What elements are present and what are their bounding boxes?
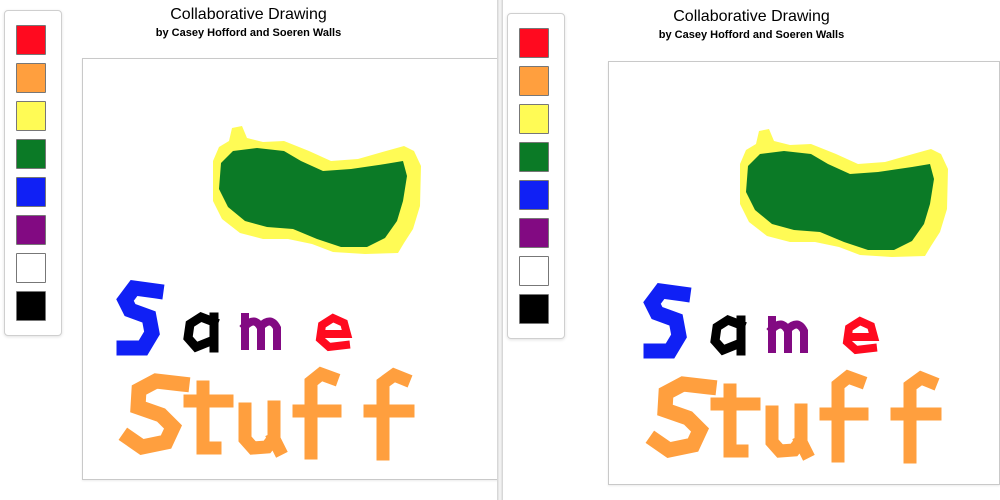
app-header: Collaborative Drawing by Casey Hofford a… <box>0 6 497 40</box>
canvas-drawing <box>116 126 421 461</box>
color-swatch-green[interactable] <box>519 142 549 172</box>
canvas-drawing <box>643 129 948 464</box>
drawing-canvas[interactable] <box>608 61 1000 485</box>
color-swatch-black[interactable] <box>519 294 549 324</box>
color-swatch-black[interactable] <box>16 291 46 321</box>
color-swatch-blue[interactable] <box>519 180 549 210</box>
drawn-word-same <box>643 282 880 359</box>
drawn-word-same <box>116 279 353 356</box>
color-palette <box>4 10 62 336</box>
color-swatch-yellow[interactable] <box>519 104 549 134</box>
color-swatch-yellow[interactable] <box>16 101 46 131</box>
color-swatch-orange[interactable] <box>16 63 46 93</box>
color-swatch-purple[interactable] <box>519 218 549 248</box>
drawing-canvas[interactable] <box>82 58 497 480</box>
right-window: Collaborative Drawing by Casey Hofford a… <box>503 0 1000 500</box>
color-swatch-white[interactable] <box>16 253 46 283</box>
page-title: Collaborative Drawing <box>170 6 327 23</box>
color-swatch-white[interactable] <box>519 256 549 286</box>
color-palette <box>507 13 565 339</box>
drawing-blob <box>213 126 421 254</box>
color-swatch-red[interactable] <box>519 28 549 58</box>
page-title: Collaborative Drawing <box>673 8 830 25</box>
byline: by Casey Hofford and Soeren Walls <box>658 29 845 41</box>
color-swatch-blue[interactable] <box>16 177 46 207</box>
color-swatch-green[interactable] <box>16 139 46 169</box>
drawing-blob <box>740 129 948 257</box>
drawn-word-stuff <box>118 366 415 461</box>
app-header: Collaborative Drawing by Casey Hofford a… <box>503 8 1000 42</box>
left-window: Collaborative Drawing by Casey Hofford a… <box>0 0 497 500</box>
byline: by Casey Hofford and Soeren Walls <box>155 27 342 39</box>
color-swatch-red[interactable] <box>16 25 46 55</box>
color-swatch-purple[interactable] <box>16 215 46 245</box>
drawn-word-stuff <box>645 369 942 464</box>
color-swatch-orange[interactable] <box>519 66 549 96</box>
